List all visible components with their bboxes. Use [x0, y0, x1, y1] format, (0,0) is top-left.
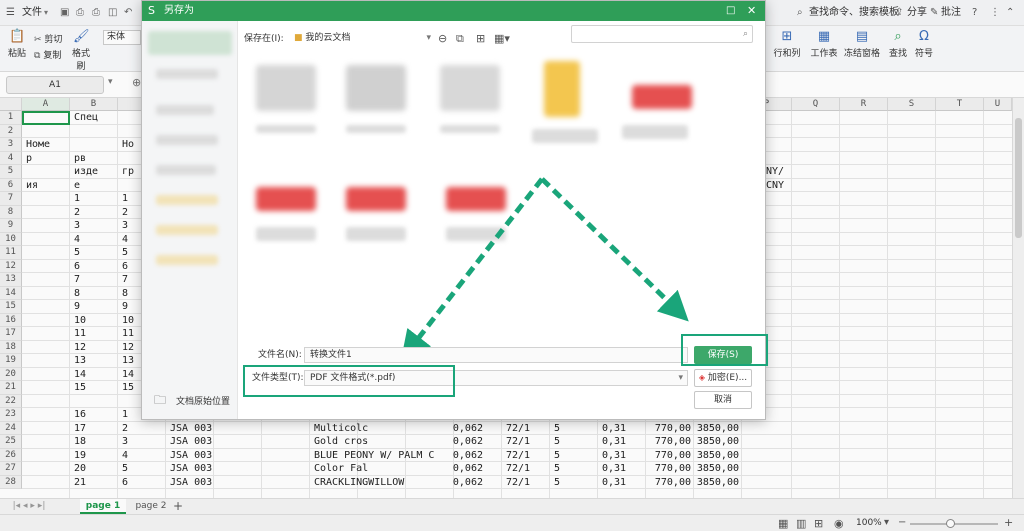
save-as-dialog: S 另存为 □ ✕ 🗀 文档原始位置 保存在(I): ■ 我的云文档 ▾ ⊖ ⧉…	[141, 0, 768, 420]
spreadsheet-app: ☰ 文件 ▾ ▣ ⎙ ⎙ ◫ ↶ ⌕ 查找命令、搜索模板 ⇪ 分享 ✎ 批注 ?…	[0, 0, 1024, 531]
filename-label: 文件名(N):	[258, 350, 302, 360]
arrow-to-filetype	[400, 177, 544, 361]
filename-input[interactable]: 转换文件1	[304, 347, 688, 363]
arrow-to-save	[540, 177, 689, 322]
highlight-save-button	[681, 334, 768, 366]
chevron-down-icon: ▾	[678, 373, 683, 383]
highlight-filetype	[243, 365, 455, 397]
cancel-button[interactable]: 取消	[694, 391, 752, 409]
encrypt-button[interactable]: ◈ 加密(E)...	[694, 369, 752, 387]
shield-icon: ◈	[698, 373, 705, 382]
